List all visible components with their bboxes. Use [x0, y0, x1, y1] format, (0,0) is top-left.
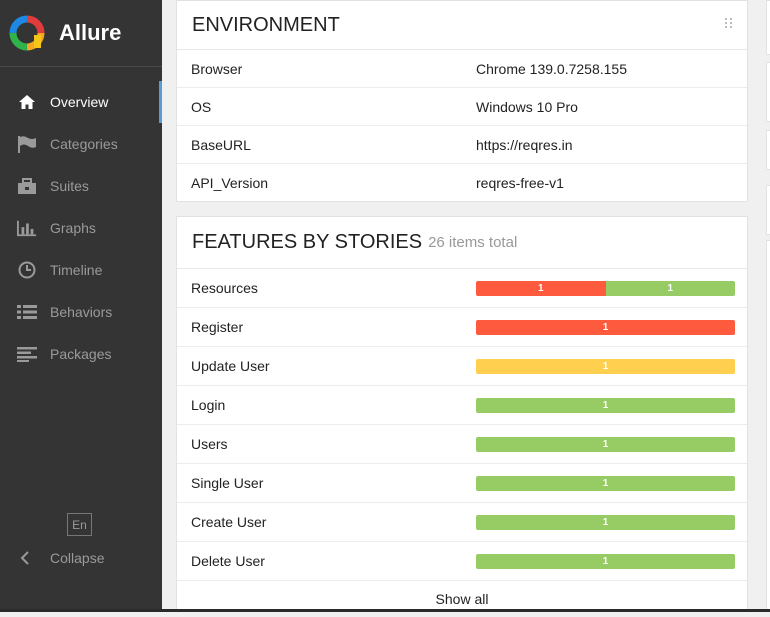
sidebar-item-label: Packages: [50, 346, 112, 362]
sidebar: Allure Overview Categories Suites Graphs: [0, 0, 162, 612]
app-name: Allure: [59, 20, 122, 45]
env-value: https://reqres.in: [476, 136, 573, 153]
sidebar-item-label: Suites: [50, 178, 89, 194]
environment-widget: ENVIRONMENT Browser Chrome 139.0.7258.15…: [176, 0, 748, 202]
edge-panel: [766, 185, 770, 235]
feature-name: Users: [191, 436, 228, 452]
feature-row[interactable]: Users 1: [177, 425, 747, 464]
feature-row[interactable]: Update User 1: [177, 347, 747, 386]
env-key: Browser: [191, 60, 243, 77]
status-segment-failed: 1: [476, 280, 606, 296]
env-key: API_Version: [191, 174, 269, 191]
briefcase-icon: [17, 176, 37, 196]
status-segment-passed: 1: [476, 397, 735, 413]
environment-row: API_Version reqres-free-v1: [177, 164, 747, 201]
feature-row[interactable]: Resources 1 1: [177, 269, 747, 308]
edge-panel: [766, 130, 770, 170]
feature-name: Resources: [191, 280, 258, 296]
status-bar: 1: [476, 319, 735, 335]
widget-title: ENVIRONMENT: [192, 13, 340, 36]
feature-name: Delete User: [191, 553, 265, 569]
status-bar: 1: [476, 553, 735, 569]
home-icon: [17, 92, 37, 112]
status-segment-passed: 1: [476, 553, 735, 569]
sidebar-item-label: Graphs: [50, 220, 96, 236]
feature-name: Register: [191, 319, 244, 335]
sidebar-item-label: Behaviors: [50, 304, 113, 320]
sidebar-item-label: Timeline: [50, 262, 103, 278]
sidebar-item-timeline[interactable]: Timeline: [0, 249, 162, 291]
align-left-icon: [17, 344, 37, 364]
environment-row: BaseURL https://reqres.in: [177, 126, 747, 164]
features-by-stories-widget: FEATURES BY STORIES 26 items total Resou…: [176, 216, 748, 612]
sidebar-item-categories[interactable]: Categories: [0, 123, 162, 165]
feature-name: Single User: [191, 475, 264, 491]
status-bar: 1: [476, 358, 735, 374]
allure-logo-icon: [9, 15, 45, 51]
status-bar: 1: [476, 397, 735, 413]
status-bar: 11: [476, 280, 735, 296]
status-segment-failed: 1: [476, 319, 735, 335]
feature-row[interactable]: Register 1: [177, 308, 747, 347]
env-key: BaseURL: [191, 136, 251, 153]
list-icon: [17, 302, 37, 322]
feature-row[interactable]: Single User 1: [177, 464, 747, 503]
env-value: Chrome 139.0.7258.155: [476, 60, 627, 77]
status-segment-broken: 1: [476, 358, 735, 374]
sidebar-item-suites[interactable]: Suites: [0, 165, 162, 207]
status-bar: 1: [476, 514, 735, 530]
feature-row[interactable]: Create User 1: [177, 503, 747, 542]
main-content: ENVIRONMENT Browser Chrome 139.0.7258.15…: [162, 0, 770, 612]
widget-header: ENVIRONMENT: [177, 1, 747, 50]
next-column-edge: [764, 0, 770, 612]
items-total: 26 items total: [428, 234, 518, 251]
env-key: OS: [191, 98, 212, 115]
edge-panel: [766, 0, 770, 55]
environment-row: Browser Chrome 139.0.7258.155: [177, 50, 747, 88]
status-segment-passed: 1: [605, 280, 735, 296]
chevron-left-icon: [15, 548, 35, 568]
edge-panel: [766, 62, 770, 122]
collapse-button[interactable]: Collapse: [0, 545, 104, 571]
feature-row[interactable]: Delete User 1: [177, 542, 747, 581]
sidebar-item-label: Overview: [50, 94, 109, 110]
sidebar-item-packages[interactable]: Packages: [0, 333, 162, 375]
status-segment-passed: 1: [476, 514, 735, 530]
feature-name: Update User: [191, 358, 270, 374]
feature-row[interactable]: Login 1: [177, 386, 747, 425]
drag-handle-icon[interactable]: [725, 13, 733, 36]
feature-name: Create User: [191, 514, 267, 530]
sidebar-item-label: Categories: [50, 136, 118, 152]
brand[interactable]: Allure: [0, 0, 162, 67]
status-segment-passed: 1: [476, 436, 735, 452]
widget-title: FEATURES BY STORIES: [192, 231, 423, 253]
sidebar-item-behaviors[interactable]: Behaviors: [0, 291, 162, 333]
status-bar: 1: [476, 436, 735, 452]
env-value: Windows 10 Pro: [476, 98, 578, 115]
sidebar-item-overview[interactable]: Overview: [0, 81, 162, 123]
status-bar: 1: [476, 475, 735, 491]
clock-icon: [17, 260, 37, 280]
edge-panel: [766, 240, 770, 612]
collapse-label: Collapse: [50, 550, 105, 566]
flag-icon: [17, 134, 37, 154]
environment-row: OS Windows 10 Pro: [177, 88, 747, 126]
widget-header: FEATURES BY STORIES 26 items total: [177, 217, 747, 269]
sidebar-item-graphs[interactable]: Graphs: [0, 207, 162, 249]
env-value: reqres-free-v1: [476, 174, 564, 191]
bar-chart-icon: [17, 218, 37, 238]
feature-list: Resources 1 1 Register 1 Update User 1 Login 1 Us…: [177, 269, 747, 581]
feature-name: Login: [191, 397, 226, 413]
status-segment-passed: 1: [476, 475, 735, 491]
sidebar-menu: Overview Categories Suites Graphs Timeli…: [0, 81, 162, 375]
language-switcher[interactable]: En: [67, 513, 92, 536]
